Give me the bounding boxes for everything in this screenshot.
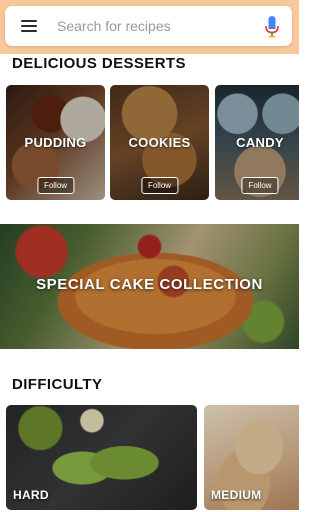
difficulty-card-medium[interactable]: MEDIUM: [204, 405, 299, 510]
special-collection-banner[interactable]: SPECIAL CAKE COLLECTION: [0, 224, 299, 349]
difficulty-label-hard: HARD: [13, 488, 49, 502]
mic-icon[interactable]: [263, 15, 281, 39]
difficulty-card-hard[interactable]: HARD: [6, 405, 197, 510]
desserts-section-title: DELICIOUS DESSERTS: [12, 55, 186, 72]
difficulty-section-title: DIFFICULTY: [12, 376, 103, 393]
category-card-pudding[interactable]: PUDDING Follow: [6, 85, 105, 200]
category-label-pudding: PUDDING: [24, 135, 87, 150]
menu-icon[interactable]: [21, 19, 37, 33]
search-bar: [5, 6, 292, 46]
category-card-cookies[interactable]: COOKIES Follow: [110, 85, 209, 200]
follow-button-pudding[interactable]: Follow: [36, 177, 75, 194]
search-input[interactable]: [57, 15, 253, 37]
recipe-home-screen: DELICIOUS DESSERTS PUDDING Follow COOKIE…: [0, 0, 299, 512]
category-label-cookies: COOKIES: [128, 135, 191, 150]
difficulty-label-medium: MEDIUM: [211, 488, 262, 502]
category-label-candy: CANDY: [236, 135, 284, 150]
follow-button-cookies[interactable]: Follow: [140, 177, 179, 194]
special-collection-label: SPECIAL CAKE COLLECTION: [36, 276, 263, 293]
search-header: [0, 0, 299, 54]
category-card-candy[interactable]: CANDY Follow: [215, 85, 299, 200]
follow-button-candy[interactable]: Follow: [241, 177, 279, 194]
